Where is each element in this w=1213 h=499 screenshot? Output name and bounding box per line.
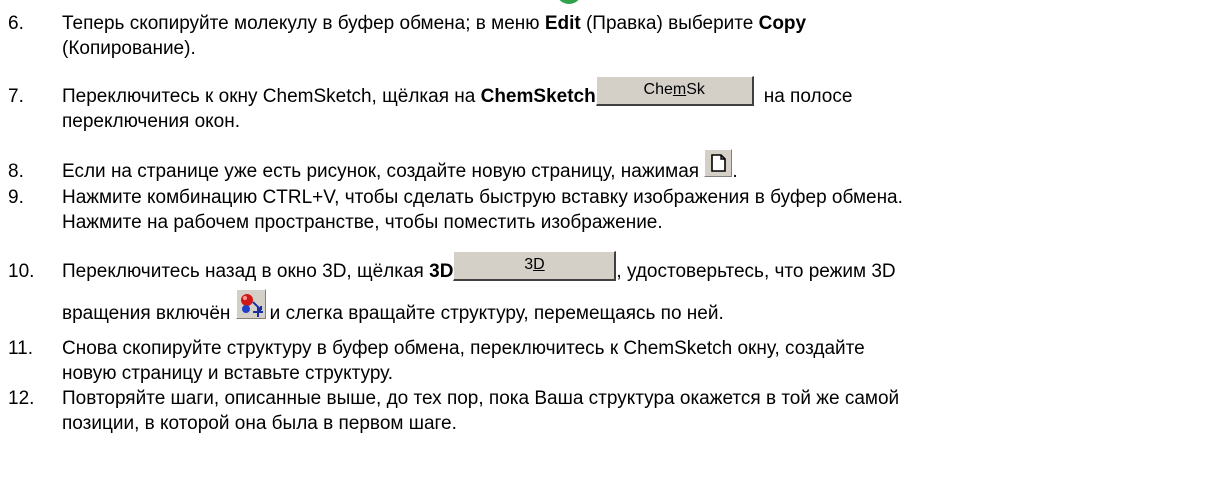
step-text-line2: новую страницу и вставьте структуру.: [62, 363, 394, 384]
3d-rotation-icon[interactable]: [235, 289, 266, 319]
chemsketch-taskbar-button[interactable]: ChemSk: [595, 76, 754, 106]
step-text-line1: Повторяйте шаги, описанные выше, до тех …: [62, 388, 900, 409]
document-page: 6. Теперь скопируйте молекулу в буфер об…: [0, 0, 1213, 499]
step-text-line2: Нажмите на рабочем пространстве, чтобы п…: [62, 212, 663, 233]
step-text-line2: позиции, в которой она была в первом шаг…: [62, 413, 457, 434]
step-text-line1: Снова скопируйте структуру в буфер обмен…: [62, 338, 865, 359]
new-page-icon[interactable]: [704, 149, 733, 177]
green-toolbar-icon: [556, 0, 582, 4]
step-text-line1: Нажмите комбинацию CTRL+V, чтобы сделать…: [62, 187, 903, 208]
step-text-line1: Если на странице уже есть рисунок, созда…: [62, 149, 738, 183]
step-number: 9.: [8, 187, 24, 208]
step-number: 10.: [8, 261, 35, 282]
step-text-line2: вращения включён и слегка вращайте струк…: [62, 289, 724, 325]
step-number: 7.: [8, 86, 24, 107]
step-number: 6.: [8, 13, 24, 34]
step-text-line1: Теперь скопируйте молекулу в буфер обмен…: [62, 13, 807, 34]
step-text-line1: Переключитесь назад в окно 3D, щёлкая 3D…: [62, 251, 896, 283]
step-text-line1: Переключитесь к окну ChemSketch, щёлкая …: [62, 76, 852, 108]
step-number: 8.: [8, 161, 24, 182]
step-number: 12.: [8, 388, 35, 409]
step-number: 11.: [8, 338, 34, 359]
step-text-line2: (Копирование).: [62, 38, 196, 59]
step-text-line2: переключения окон.: [62, 111, 241, 132]
3d-taskbar-button[interactable]: 3D: [453, 251, 617, 281]
